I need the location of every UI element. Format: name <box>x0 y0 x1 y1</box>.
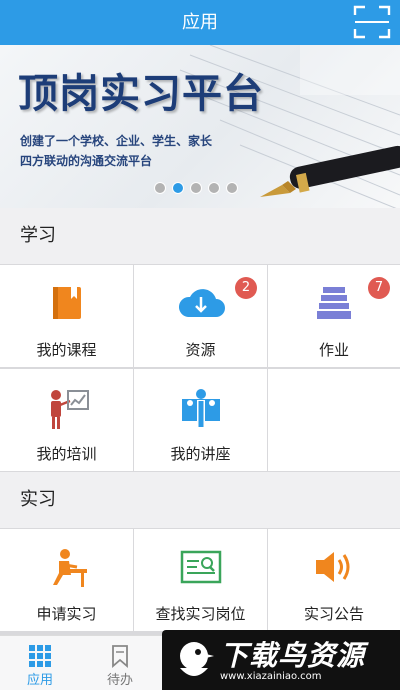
grid-item-label: 申请实习 <box>36 605 97 623</box>
person-desk-icon <box>52 549 87 587</box>
carousel-dot[interactable] <box>208 182 220 194</box>
scan-frame-icon[interactable] <box>352 4 392 40</box>
grid-item-apply-internship[interactable]: 申请实习 <box>0 529 133 631</box>
carousel-dot[interactable] <box>172 182 184 194</box>
carousel-dot[interactable] <box>190 182 202 194</box>
stacked-papers-icon <box>317 287 351 319</box>
grid-item-internship-notices[interactable]: 实习公告 <box>268 529 400 631</box>
grid-icon <box>29 645 51 667</box>
banner-subtitle: 创建了一个学校、企业、学生、家长 四方联动的沟通交流平台 <box>20 131 220 171</box>
grid-item-my-lectures[interactable]: 我的讲座 <box>134 369 267 471</box>
trainer-board-icon <box>50 390 89 429</box>
section-header-internship: 实习 <box>0 472 400 528</box>
lecture-people-icon <box>181 389 220 428</box>
grid-item-my-training[interactable]: 我的培训 <box>0 369 133 471</box>
bird-logo-icon <box>180 642 214 676</box>
page-title: 应用 <box>182 12 218 33</box>
cloud-download-icon <box>178 289 225 317</box>
section-header-study: 学习 <box>0 208 400 264</box>
grid-item-find-positions[interactable]: 查找实习岗位 <box>134 529 267 631</box>
carousel-dot[interactable] <box>154 182 166 194</box>
grid-item-homework[interactable]: 7 作业 <box>268 265 400 367</box>
carousel-indicator <box>154 182 238 194</box>
study-grid: 我的课程 2 资源 7 作业 我的培训 我的讲座 <box>0 264 400 472</box>
watermark-title: 下载鸟资源 <box>220 639 366 672</box>
grid-item-label: 我的课程 <box>36 341 97 359</box>
section-title: 学习 <box>20 225 56 246</box>
grid-item-label: 资源 <box>185 341 216 359</box>
speaker-icon <box>316 552 350 582</box>
banner-title: 顶岗实习平台 <box>18 70 264 117</box>
grid-item-label: 我的讲座 <box>170 445 231 463</box>
section-title: 实习 <box>20 489 56 510</box>
app-screen: 应用 顶岗实习平台 创建了一个学校、企业、学生、家长 四方联动的沟通交流平台 学… <box>0 0 400 690</box>
grid-item-label: 我的培训 <box>36 445 97 463</box>
search-card-icon <box>180 550 221 584</box>
carousel-dot[interactable] <box>226 182 238 194</box>
grid-item-resources[interactable]: 2 资源 <box>134 265 267 367</box>
grid-empty-cell <box>268 369 400 471</box>
grid-item-label: 作业 <box>318 341 349 359</box>
watermark: 下载鸟资源 www.xiazainiao.com <box>162 630 400 690</box>
watermark-url: www.xiazainiao.com <box>220 671 322 682</box>
tab-label: 待办 <box>106 673 133 688</box>
tab-label: 应用 <box>26 673 53 688</box>
internship-grid: 申请实习 查找实习岗位 实习公告 <box>0 528 400 635</box>
tab-todo[interactable]: 待办 <box>80 636 160 690</box>
bookmark-icon <box>112 645 128 668</box>
banner-subtitle-line: 创建了一个学校、企业、学生、家长 <box>20 134 213 148</box>
banner-subtitle-line: 四方联动的沟通交流平台 <box>20 154 153 168</box>
fountain-pen-icon <box>260 145 400 197</box>
grid-item-label: 查找实习岗位 <box>155 605 246 623</box>
grid-item-my-courses[interactable]: 我的课程 <box>0 265 133 367</box>
badge-count: 7 <box>368 277 390 299</box>
grid-item-label: 实习公告 <box>303 605 364 623</box>
badge-count: 2 <box>235 277 257 299</box>
tab-apps[interactable]: 应用 <box>0 636 80 690</box>
promo-banner[interactable]: 顶岗实习平台 创建了一个学校、企业、学生、家长 四方联动的沟通交流平台 <box>0 45 400 208</box>
book-icon <box>52 287 81 319</box>
top-bar: 应用 <box>0 0 400 45</box>
